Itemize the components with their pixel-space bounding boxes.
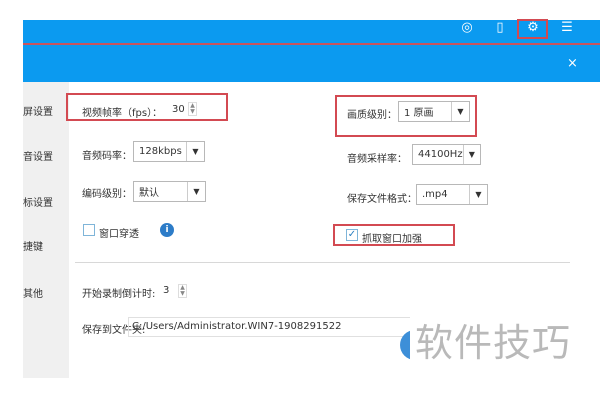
gear-icon[interactable]: ⚙ (525, 21, 541, 35)
save-folder-input[interactable]: C:/Users/Administrator.WIN7-1908291522 (128, 317, 410, 337)
file-format-label: 保存文件格式： (347, 194, 417, 205)
quality-label: 画质级别： (347, 110, 397, 121)
info-icon[interactable]: i (160, 223, 174, 237)
chevron-down-icon: ▼ (462, 145, 480, 164)
fps-input[interactable]: 30 (172, 104, 185, 115)
countdown-input[interactable]: 3 (163, 285, 169, 296)
audio-sample-label: 音频采样率： (347, 154, 407, 165)
sidebar-item-hotkeys[interactable]: 捷键 (23, 238, 43, 253)
phone-icon[interactable]: ▯ (492, 21, 508, 35)
countdown-label: 开始录制倒计时: (82, 289, 156, 300)
capture-enhance-checkbox[interactable]: ✓ (346, 229, 358, 241)
encode-level-label: 编码级别： (82, 189, 132, 200)
window-through-checkbox[interactable] (83, 224, 95, 236)
quality-select[interactable]: 1 原画 ▼ (398, 101, 470, 122)
watermark: 软件技巧 (415, 321, 572, 365)
audio-bitrate-value: 128kbps (139, 146, 182, 157)
sidebar-item-audio[interactable]: 音设置 (23, 148, 53, 163)
menu-icon[interactable]: ☰ (559, 21, 575, 35)
window-through-label: 窗口穿透 (99, 229, 139, 240)
title-bar (23, 20, 600, 44)
chevron-down-icon: ▼ (469, 185, 487, 204)
fps-label: 视频帧率（fps）： (82, 108, 163, 119)
fps-stepper[interactable]: ▲ ▼ (188, 102, 197, 116)
countdown-stepper[interactable]: ▲ ▼ (178, 284, 187, 298)
sidebar-item-screen[interactable]: 屏设置 (23, 103, 53, 118)
audio-sample-select[interactable]: 44100Hz ▼ (412, 144, 481, 165)
capture-enhance-label: 抓取窗口加强 (362, 234, 422, 245)
user-circle-icon[interactable]: ◎ (459, 21, 475, 35)
chevron-down-icon: ▼ (187, 182, 205, 201)
audio-bitrate-select[interactable]: 128kbps ▼ (133, 141, 205, 162)
quality-value: 1 原画 (404, 108, 434, 119)
settings-header (23, 45, 600, 82)
close-button[interactable]: × (567, 56, 578, 71)
chevron-down-icon: ▼ (451, 102, 469, 121)
encode-level-value: 默认 (139, 188, 159, 199)
audio-sample-value: 44100Hz (418, 149, 463, 160)
sidebar-item-other[interactable]: 其他 (23, 285, 43, 300)
sidebar (23, 82, 69, 378)
section-divider (75, 262, 570, 263)
audio-bitrate-label: 音频码率： (82, 151, 132, 162)
encode-level-select[interactable]: 默认 ▼ (133, 181, 206, 202)
file-format-value: .mp4 (422, 189, 448, 200)
chevron-down-icon: ▼ (186, 142, 204, 161)
file-format-select[interactable]: .mp4 ▼ (416, 184, 488, 205)
sidebar-item-cursor[interactable]: 标设置 (23, 194, 53, 209)
